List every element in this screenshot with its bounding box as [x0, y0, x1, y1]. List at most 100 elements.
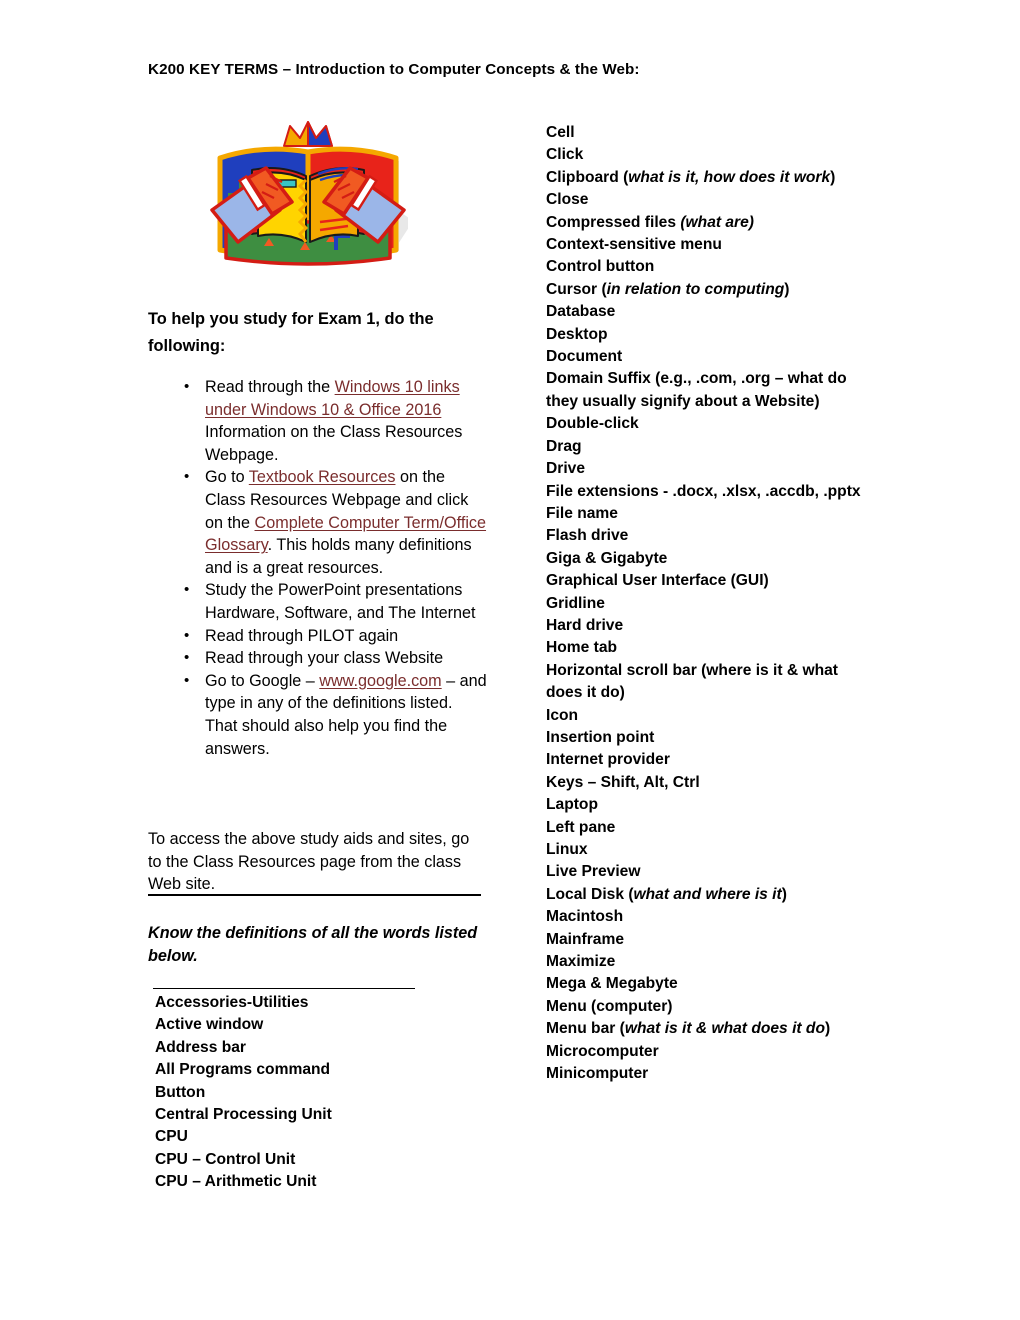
study-step-text: Study the PowerPoint presentations Hardw…	[205, 581, 476, 622]
study-step-link[interactable]: www.google.com	[319, 672, 441, 690]
key-term-label: Desktop	[546, 325, 608, 343]
key-term-label: Button	[155, 1083, 206, 1101]
study-step-item: Read through your class Website	[148, 647, 488, 670]
key-term-hint: in relation to computing	[606, 280, 785, 298]
study-step-item: Read through PILOT again	[148, 625, 488, 648]
study-step-link[interactable]: Textbook Resources	[249, 468, 396, 486]
key-term-label: CPU – Control Unit	[155, 1150, 296, 1168]
access-instructions-paragraph: To access the above study aids and sites…	[148, 830, 470, 894]
key-term-item: Giga & Gigabyte	[546, 548, 866, 570]
key-term-label: Mainframe	[546, 930, 624, 948]
key-term-item: Hard drive	[546, 615, 866, 637]
key-term-label-tail: )	[830, 168, 836, 186]
key-term-hint: what and where is it	[633, 885, 782, 903]
key-term-item: Microcomputer	[546, 1041, 866, 1063]
open-book-clipart	[208, 118, 408, 288]
key-term-label-tail: )	[824, 1020, 831, 1038]
key-term-label: Accessories-Utilities	[155, 994, 309, 1011]
key-term-item: Mega & Megabyte	[546, 973, 866, 995]
key-term-label: Macintosh	[546, 908, 624, 926]
key-term-label: Menu (computer)	[546, 997, 673, 1015]
key-term-label: Drive	[546, 460, 586, 478]
key-term-item: Flash drive	[546, 525, 866, 547]
key-term-label: Central Processing Unit	[155, 1106, 332, 1124]
key-term-label: Drag	[546, 437, 582, 455]
key-term-item: Click	[546, 144, 866, 166]
key-term-label: Compressed files	[546, 213, 681, 231]
key-term-label: Giga & Gigabyte	[546, 549, 668, 567]
key-term-label: Document	[546, 348, 623, 366]
key-term-item: Context-sensitive menu	[546, 234, 866, 256]
document-page: K200 KEY TERMS – Introduction to Compute…	[0, 0, 1020, 1320]
key-term-label: Keys – Shift, Alt, Ctrl	[546, 773, 700, 791]
study-step-text: Read through the	[205, 378, 335, 396]
key-term-label-tail: )	[781, 885, 787, 903]
key-term-label: Linux	[546, 841, 588, 858]
key-term-label: Internet provider	[546, 751, 670, 769]
key-term-label: Address bar	[155, 1038, 246, 1056]
key-term-label: Cell	[546, 124, 575, 141]
key-term-item: Cell	[546, 122, 866, 144]
key-term-item: Domain Suffix (e.g., .com, .org – what d…	[546, 368, 866, 413]
key-term-item: Keys – Shift, Alt, Ctrl	[546, 772, 866, 794]
key-term-item: Linux	[546, 839, 866, 861]
key-terms-list-right: Cell Click Clipboard (what is it, how does…	[546, 122, 866, 1085]
key-term-label: Laptop	[546, 796, 598, 814]
key-term-item: Database	[546, 301, 866, 323]
study-step-item: Go to Textbook Resources on the Class Re…	[148, 466, 488, 579]
key-term-item: Drag	[546, 436, 866, 458]
key-term-label: Microcomputer	[546, 1042, 659, 1060]
key-term-item: Accessories-Utilities	[155, 992, 485, 1014]
key-term-item: File name	[546, 503, 866, 525]
open-book-with-hands-and-crown-icon	[210, 121, 408, 266]
know-definitions-note: Know the definitions of all the words li…	[148, 924, 478, 965]
key-term-item: Gridline	[546, 593, 866, 615]
study-heading: To help you study for Exam 1, do the fol…	[148, 310, 434, 355]
key-term-item: Minicomputer	[546, 1063, 866, 1085]
study-step-text: Read through PILOT again	[205, 626, 399, 645]
key-term-item: Macintosh	[546, 906, 866, 928]
key-term-label: Domain Suffix (e.g., .com, .org – what d…	[546, 370, 847, 410]
key-term-label: Gridline	[546, 594, 605, 612]
key-term-label: Flash drive	[546, 527, 629, 545]
key-term-item: Desktop	[546, 324, 866, 346]
key-term-item: Menu bar (what is it & what does it do)	[546, 1018, 866, 1040]
key-term-item: Local Disk (what and where is it)	[546, 884, 866, 906]
key-term-label: Graphical User Interface (GUI)	[546, 572, 769, 590]
key-term-item: Internet provider	[546, 749, 866, 771]
key-term-label-tail: )	[784, 280, 790, 298]
key-term-item: Laptop	[546, 794, 866, 816]
key-term-label: File extensions - .docx, .xlsx, .accdb, …	[546, 482, 861, 500]
key-term-item: Left pane	[546, 817, 866, 839]
key-term-item: Double-click	[546, 413, 866, 435]
key-term-hint: (what are)	[680, 213, 754, 231]
page-title: K200 KEY TERMS – Introduction to Compute…	[148, 61, 640, 78]
key-term-item: Menu (computer)	[546, 996, 866, 1018]
key-term-item: All Programs command	[155, 1059, 485, 1081]
key-term-item: Clipboard (what is it, how does it work)	[546, 167, 866, 189]
study-step-text: Read through your class Website	[205, 649, 444, 668]
key-term-label: Icon	[546, 706, 579, 724]
key-term-item: Button	[155, 1082, 485, 1104]
key-term-label: Horizontal scroll bar (where is it & wha…	[546, 661, 839, 702]
key-term-item: Icon	[546, 705, 866, 727]
key-term-item: Control button	[546, 256, 866, 278]
key-term-hint: what is it, how does it work	[628, 168, 831, 186]
key-term-label: CPU – Arithmetic Unit	[155, 1173, 317, 1191]
key-term-label: All Programs command	[155, 1061, 331, 1079]
key-term-label: Cursor (	[546, 280, 607, 298]
key-term-label: Local Disk (	[546, 885, 634, 903]
key-term-item: Drive	[546, 458, 866, 480]
key-term-label: Maximize	[546, 953, 616, 971]
key-term-label: Clipboard (	[546, 168, 629, 186]
key-terms-list-left: Accessories-Utilities Active window Addres…	[155, 992, 485, 1194]
key-term-item: Home tab	[546, 637, 866, 659]
key-term-item: CPU – Control Unit	[155, 1149, 485, 1171]
key-term-label: Close	[546, 191, 589, 209]
key-term-item: Maximize	[546, 951, 866, 973]
key-term-item: Horizontal scroll bar (where is it & wha…	[546, 660, 866, 705]
key-term-item: File extensions - .docx, .xlsx, .accdb, …	[546, 481, 866, 503]
key-term-item: Address bar	[155, 1037, 485, 1059]
study-step-text: Go to	[205, 468, 249, 487]
key-term-item: Active window	[155, 1014, 485, 1036]
